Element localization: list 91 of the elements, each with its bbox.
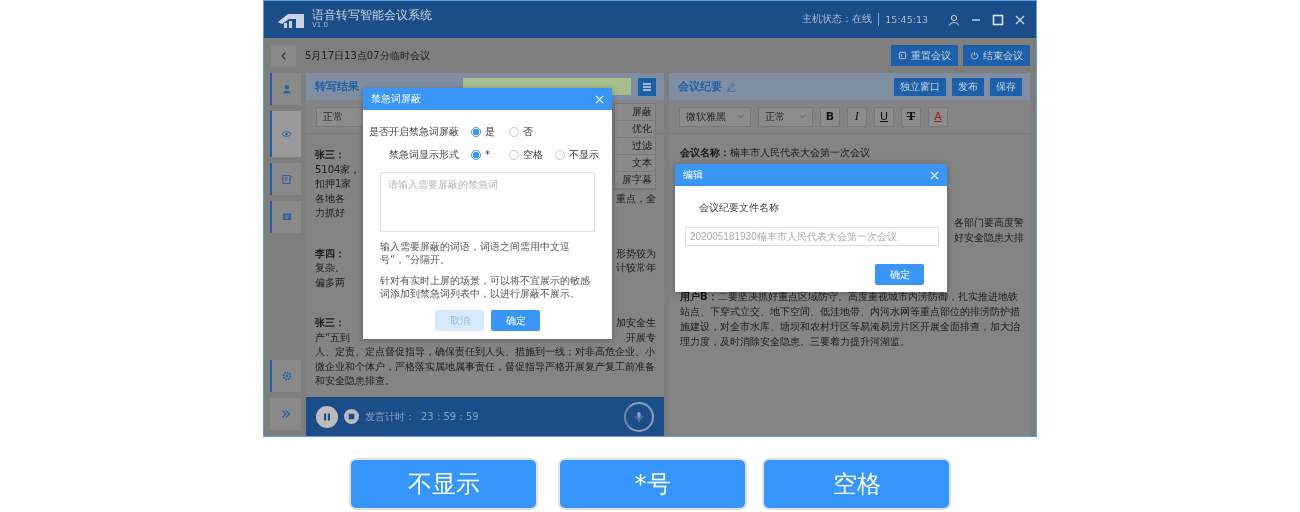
meeting-title: 5月17日13点07分临时会议 <box>305 48 430 63</box>
minutes-action-button[interactable]: 独立窗口 <box>894 77 946 96</box>
menu-item[interactable]: 屏字幕 <box>615 172 655 189</box>
confirm-button[interactable]: 确定 <box>875 264 924 285</box>
radio-option[interactable]: * <box>471 147 497 162</box>
help-text: 针对有实时上屏的场景，可以将不宜展示的敏感词添加到禁急词列表中，以进行屏蔽不展示。 <box>380 274 591 300</box>
transcript-text: 形势较为 <box>616 246 656 261</box>
minutes-action-button[interactable]: 发布 <box>952 77 984 96</box>
help-text: 输入需要屏蔽的词语，词语之间需用中文逗号“，”分隔开。 <box>380 240 571 266</box>
transcript-text: 复杂。 <box>315 261 345 275</box>
transcript-text: 开展专 <box>626 330 656 345</box>
meeting-action-button[interactable]: 重置会议 <box>891 45 958 66</box>
minutes-action-button[interactable]: 保存 <box>990 77 1022 96</box>
menu-item[interactable]: 屏蔽 <box>615 104 655 121</box>
format-button[interactable]: I <box>847 106 867 127</box>
microphone-icon <box>634 410 644 423</box>
stop-icon <box>348 413 355 420</box>
meeting-action-button[interactable]: 结束会议 <box>963 45 1030 66</box>
radio-option[interactable]: 空格 <box>509 147 543 162</box>
pen-icon[interactable] <box>726 81 736 92</box>
transcript-text: 加安全生 <box>616 316 656 330</box>
confirm-button[interactable]: 确定 <box>491 310 540 331</box>
dialog-title: 禁急词屏蔽 <box>371 92 421 106</box>
note-icon <box>281 174 292 184</box>
select-value: 微软雅黑 <box>686 109 726 124</box>
minutes-text: 好安全隐患大排 <box>954 231 1024 243</box>
transcript-text: 各地各 <box>315 191 345 206</box>
reset-icon <box>898 51 907 60</box>
radio-option[interactable]: 否 <box>509 124 535 139</box>
menu-item[interactable]: 过滤 <box>615 138 655 155</box>
transcript-text: 扣押1家 <box>315 177 352 191</box>
radio-option[interactable]: 不显示 <box>555 147 599 162</box>
menu-icon <box>642 81 652 92</box>
style-select[interactable]: 正常 <box>316 106 364 127</box>
font-select[interactable]: 微软雅黑 <box>679 106 751 127</box>
sidebar-tab[interactable] <box>270 73 301 105</box>
transcript-text: 人、定责、定点督促指导，确保责任到人头、措施到一线；对非高危企业、小微企业和个体户，严格落实属地属事责任，督促指导严格开展复产复工前准备和安全隐患排查。 <box>315 345 656 388</box>
format-button[interactable]: U <box>874 106 894 127</box>
pause-icon <box>322 411 332 422</box>
double-chevron-icon <box>280 409 291 419</box>
user-icon <box>281 84 292 94</box>
format-button[interactable]: B <box>820 106 840 127</box>
transcript-text: 重点，全 <box>616 191 656 206</box>
sidebar-tab[interactable] <box>270 163 301 195</box>
radio-option[interactable]: 是 <box>471 124 497 139</box>
sidebar-tab[interactable] <box>270 201 301 233</box>
speaker-name: 张三： <box>315 316 345 330</box>
option-button[interactable]: 不显示 <box>349 458 538 510</box>
panel-title: 转写结果 <box>315 79 359 94</box>
transcript-text: 偏多两 <box>315 275 345 290</box>
caret-icon <box>799 114 806 119</box>
menu-button[interactable] <box>638 77 656 96</box>
settings-icon <box>281 371 292 381</box>
back-button[interactable] <box>271 45 296 66</box>
size-select[interactable]: 正常 <box>758 106 813 127</box>
maximize-icon[interactable] <box>992 13 1004 26</box>
transcript-text: 计较常年 <box>616 261 656 275</box>
option-button[interactable]: *号 <box>558 458 747 510</box>
stop-button[interactable] <box>344 409 359 424</box>
caret-icon <box>737 114 744 119</box>
field-label: 会议纪要文件名称 <box>699 201 780 215</box>
timer: 23 : 59 : 59 <box>421 411 479 422</box>
transcript-text: 产“五到 <box>315 330 351 345</box>
settings-button[interactable] <box>270 360 301 392</box>
power-icon <box>970 51 979 60</box>
minutes-text: 各部门要高度警 <box>954 216 1024 228</box>
eye-icon <box>281 130 292 138</box>
menu-item[interactable]: 优化 <box>615 121 655 138</box>
host-status: 主机状态：在线 <box>802 13 880 26</box>
close-icon[interactable] <box>1014 13 1026 26</box>
speaker-name: 李四： <box>315 246 345 261</box>
dialog-title: 编辑 <box>683 168 703 182</box>
speaker-name: 张三： <box>315 148 345 162</box>
microphone-button[interactable] <box>624 401 654 432</box>
user-icon[interactable] <box>948 13 960 26</box>
menu-item[interactable]: 文本 <box>615 155 655 172</box>
transcript-text: 力抓好 <box>315 206 345 220</box>
clock: 15:45:13 <box>885 14 928 25</box>
field-label: 禁急词显示形式 <box>388 147 459 162</box>
panel-title: 会议纪要 <box>678 79 722 94</box>
pause-button[interactable] <box>316 405 338 428</box>
format-button[interactable]: T <box>901 106 921 127</box>
timer-label: 发言计时： <box>365 409 415 424</box>
chat-icon <box>281 212 292 222</box>
word-input-field[interactable]: 请输入需要屏蔽的禁急词 <box>380 172 595 232</box>
app-title: 语音转写智能会议系统 <box>312 9 432 23</box>
sidebar-tab[interactable] <box>270 111 301 157</box>
option-button[interactable]: 空格 <box>762 458 951 510</box>
field-label: 是否开启禁急词屏蔽 <box>368 124 459 139</box>
select-value: 正常 <box>765 109 785 124</box>
transcript-text: 5104家， <box>315 162 361 177</box>
